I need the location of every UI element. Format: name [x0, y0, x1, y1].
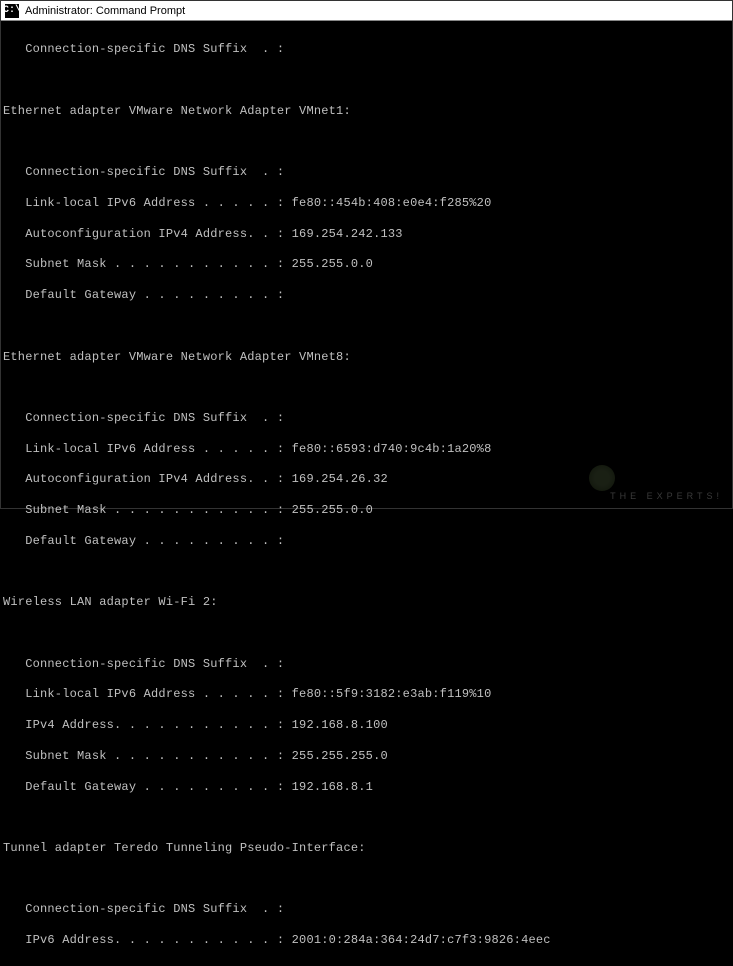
output-line: Subnet Mask . . . . . . . . . . . : 255.…: [3, 749, 730, 764]
blank-line: [3, 626, 730, 641]
adapter-header: Ethernet adapter VMware Network Adapter …: [3, 350, 730, 365]
adapter-header: Ethernet adapter VMware Network Adapter …: [3, 104, 730, 119]
output-line: Connection-specific DNS Suffix . :: [3, 165, 730, 180]
blank-line: [3, 810, 730, 825]
blank-line: [3, 380, 730, 395]
output-line: Link-local IPv6 Address . . . . . : fe80…: [3, 442, 730, 457]
output-line: Autoconfiguration IPv4 Address. . : 169.…: [3, 472, 730, 487]
output-line: Default Gateway . . . . . . . . . :: [3, 288, 730, 303]
output-line: Connection-specific DNS Suffix . :: [3, 411, 730, 426]
blank-line: [3, 565, 730, 580]
output-line: Connection-specific DNS Suffix . :: [3, 657, 730, 672]
output-line: Connection-specific DNS Suffix . :: [3, 42, 730, 57]
output-line: Subnet Mask . . . . . . . . . . . : 255.…: [3, 257, 730, 272]
adapter-header: Tunnel adapter Teredo Tunneling Pseudo-I…: [3, 841, 730, 856]
output-line: IPv4 Address. . . . . . . . . . . : 192.…: [3, 718, 730, 733]
blank-line: [3, 319, 730, 334]
blank-line: [3, 135, 730, 150]
output-line: Subnet Mask . . . . . . . . . . . : 255.…: [3, 503, 730, 518]
output-line: Default Gateway . . . . . . . . . : 192.…: [3, 780, 730, 795]
output-line: Link-local IPv6 Address . . . . . : fe80…: [3, 196, 730, 211]
cmd-icon: C:\: [5, 4, 19, 18]
output-line: Autoconfiguration IPv4 Address. . : 169.…: [3, 227, 730, 242]
window-titlebar[interactable]: C:\ Administrator: Command Prompt: [1, 1, 732, 21]
output-line: IPv6 Address. . . . . . . . . . . : 2001…: [3, 933, 730, 948]
adapter-header: Wireless LAN adapter Wi-Fi 2:: [3, 595, 730, 610]
output-line: Default Gateway . . . . . . . . . :: [3, 534, 730, 549]
output-line: Link-local IPv6 Address . . . . . : fe80…: [3, 687, 730, 702]
blank-line: [3, 872, 730, 887]
blank-line: [3, 73, 730, 88]
window-title: Administrator: Command Prompt: [25, 5, 185, 17]
output-line: Connection-specific DNS Suffix . :: [3, 902, 730, 917]
terminal-output: Connection-specific DNS Suffix . : Ether…: [1, 21, 732, 966]
